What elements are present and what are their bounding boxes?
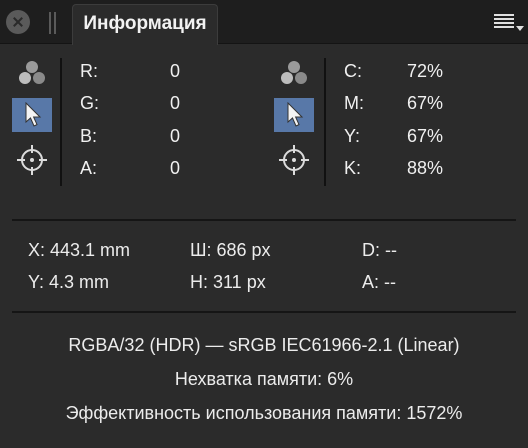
crosshair-icon[interactable] — [16, 144, 48, 181]
cmyk-label-y: Y: — [344, 126, 361, 146]
rgb-value-g: 0 — [169, 93, 180, 113]
measure-distance: D: -- — [362, 240, 397, 260]
rgb-value-b: 0 — [169, 126, 180, 146]
rgb-label-r: R: — [80, 61, 98, 81]
grip-icon[interactable] — [48, 12, 58, 34]
rgb-value-r: 0 — [169, 61, 180, 81]
rgb-value-a: 0 — [169, 158, 180, 178]
tab-info[interactable]: Информация — [72, 4, 218, 45]
rgb-label-g: G: — [80, 93, 100, 113]
panel-tabbar: Информация — [0, 0, 528, 45]
cmyk-label-c: C: — [344, 61, 362, 81]
color-circles-icon[interactable] — [279, 60, 309, 88]
rgb-label-a: A: — [80, 158, 98, 178]
rgb-label-b: B: — [80, 126, 98, 146]
cmyk-label-m: M: — [344, 93, 364, 113]
cmyk-label-k: K: — [344, 158, 362, 178]
measure-width: Ш: 686 px — [190, 240, 271, 260]
cmyk-value-y: 67% — [406, 126, 443, 146]
cmyk-value-c: 72% — [406, 61, 443, 81]
crosshair-icon[interactable] — [278, 144, 310, 181]
color-format-label: RGBA/32 (HDR) — sRGB IEC61966-2.1 (Linea… — [68, 335, 460, 355]
measure-x: X: 443.1 mm — [28, 240, 131, 260]
memory-shortage-label: Нехватка памяти: 6% — [174, 369, 354, 389]
close-icon[interactable] — [6, 10, 30, 34]
cmyk-value-m: 67% — [406, 93, 443, 113]
section-divider — [12, 219, 516, 221]
measure-height: H: 311 px — [190, 272, 266, 292]
measure-y: Y: 4.3 mm — [28, 272, 110, 292]
measure-angle: A: -- — [362, 272, 396, 292]
cmyk-value-k: 88% — [406, 158, 443, 178]
color-circles-icon[interactable] — [17, 60, 47, 88]
section-divider — [12, 311, 516, 313]
memory-efficiency-label: Эффективность использования памяти: 1572… — [65, 403, 463, 423]
divider — [60, 58, 62, 186]
menu-icon[interactable] — [494, 12, 524, 36]
pointer-icon[interactable] — [12, 98, 52, 132]
pointer-icon[interactable] — [274, 98, 314, 132]
divider — [324, 58, 326, 186]
